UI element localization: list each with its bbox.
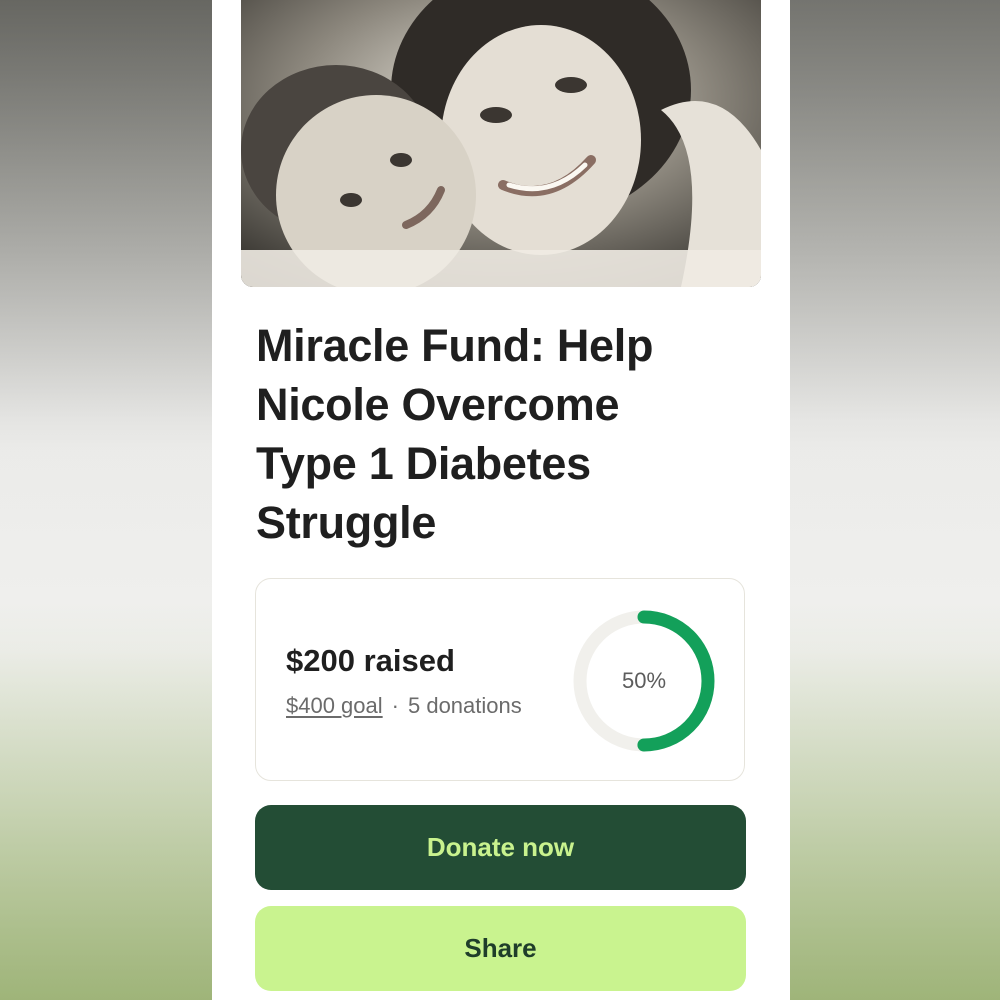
progress-percent: 50% <box>621 668 667 693</box>
background-right <box>790 0 1000 1000</box>
donate-button[interactable]: Donate now <box>255 805 746 890</box>
background-left <box>0 0 212 1000</box>
share-button[interactable]: Share <box>255 906 746 991</box>
goal-meta: $400 goal · 5 donations <box>286 693 522 719</box>
meta-separator: · <box>391 693 399 718</box>
donations-count: 5 donations <box>407 693 522 718</box>
progress-ring: 50% <box>569 606 719 756</box>
campaign-title: Miracle Fund: Help Nicole Overcome Type … <box>256 320 654 548</box>
goal-link[interactable]: $400 goal <box>286 693 383 718</box>
progress-card: $200 raised $400 goal · 5 donations 50% <box>255 578 745 781</box>
hero-image <box>241 0 761 287</box>
amount-raised: $200 raised <box>286 643 455 678</box>
hero-photo-illustration <box>241 0 761 287</box>
campaign-page: Miracle Fund: Help Nicole Overcome Type … <box>212 0 790 1000</box>
